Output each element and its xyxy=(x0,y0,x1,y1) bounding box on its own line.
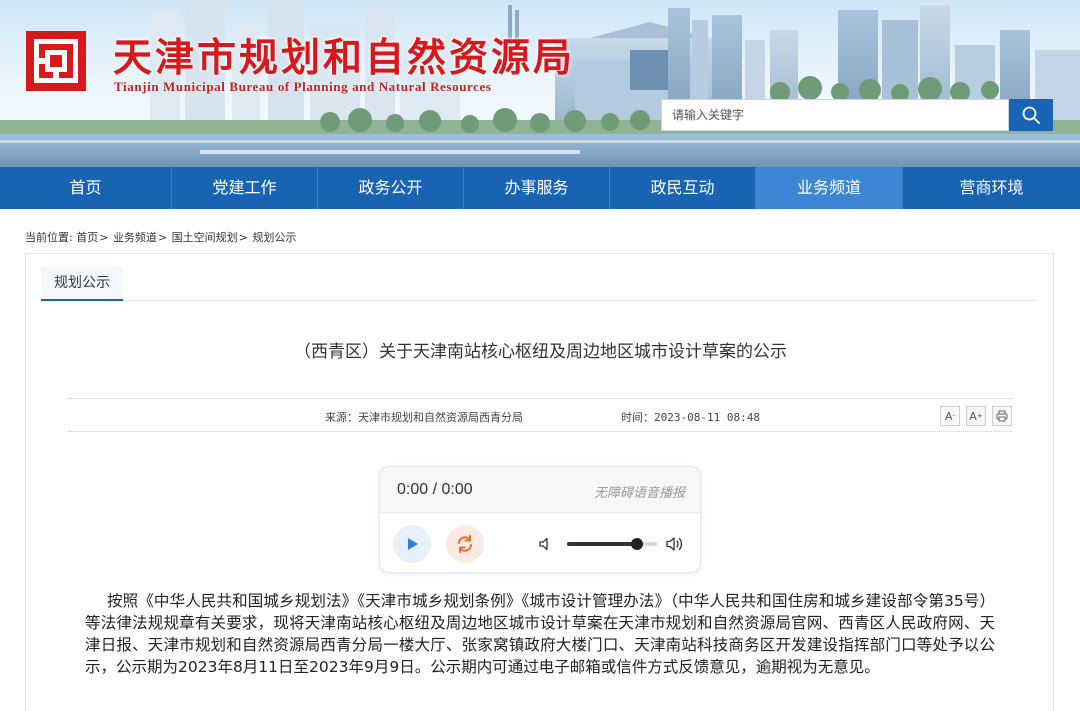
site-subtitle: Tianjin Municipal Bureau of Planning and… xyxy=(114,79,492,94)
player-time: 0:00 / 0:00 xyxy=(397,481,473,498)
volume-slider-fill xyxy=(567,542,638,546)
volume-slider-knob[interactable] xyxy=(631,538,644,550)
search-icon xyxy=(1022,106,1040,124)
search-input[interactable] xyxy=(661,99,1009,131)
breadcrumb-link-home[interactable]: 首页 xyxy=(76,231,98,244)
article-tools: A- A + xyxy=(940,406,1012,426)
print-icon xyxy=(996,410,1008,422)
font-smaller-button[interactable]: A- xyxy=(940,406,960,426)
tab-planning-notice[interactable]: 规划公示 xyxy=(41,267,123,301)
bureau-logo-icon xyxy=(26,31,86,91)
play-button[interactable] xyxy=(393,525,431,563)
article-time: 时间：2023-08-11 08:48 xyxy=(621,411,760,424)
breadcrumb-prefix: 当前位置: xyxy=(25,231,73,244)
breadcrumb-link-spatial-planning[interactable]: 国土空间规划 xyxy=(172,231,238,244)
replay-button[interactable] xyxy=(446,525,484,563)
nav-item-services[interactable]: 办事服务 xyxy=(464,167,610,209)
player-header: 0:00 / 0:00 无障碍语音播报 xyxy=(380,467,700,513)
header-banner: 天津市规划和自然资源局 Tianjin Municipal Bureau of … xyxy=(0,0,1080,167)
article-body: 按照《中华人民共和国城乡规划法》《天津市城乡规划条例》《城市设计管理办法》（中华… xyxy=(85,592,995,676)
replay-icon xyxy=(458,535,472,553)
font-smaller-label: A xyxy=(944,409,953,423)
nav-item-party-building[interactable]: 党建工作 xyxy=(172,167,318,209)
nav-item-business-channel[interactable]: 业务频道 xyxy=(756,167,903,209)
volume-high-icon[interactable] xyxy=(665,535,685,553)
nav-item-interaction[interactable]: 政民互动 xyxy=(610,167,756,209)
article-meta: 来源：天津市规划和自然资源局西青分局 时间：2023-08-11 08:48 A… xyxy=(68,398,1012,432)
player-label: 无障碍语音播报 xyxy=(593,486,685,501)
site-title: 天津市规划和自然资源局 xyxy=(113,35,576,81)
nav-item-business-environment[interactable]: 营商环境 xyxy=(903,167,1080,209)
search-button[interactable] xyxy=(1009,99,1053,131)
nav-item-home[interactable]: 首页 xyxy=(0,167,172,209)
font-larger-label: A xyxy=(969,409,977,423)
article-title: （西青区）关于天津南站核心枢纽及周边地区城市设计草案的公示 xyxy=(294,342,787,362)
breadcrumb: 当前位置: 首页> 业务频道> 国土空间规划> 规划公示 xyxy=(25,231,297,244)
print-button[interactable] xyxy=(992,406,1012,426)
breadcrumb-link-planning-notice[interactable]: 规划公示 xyxy=(252,231,296,244)
play-icon xyxy=(408,538,418,550)
tab-bar: 规划公示 xyxy=(41,267,1036,301)
article-source: 来源：天津市规划和自然资源局西青分局 xyxy=(325,411,523,424)
nav-item-government-affairs[interactable]: 政务公开 xyxy=(318,167,464,209)
breadcrumb-link-business-channel[interactable]: 业务频道 xyxy=(113,231,157,244)
font-larger-button[interactable]: A + xyxy=(966,406,986,426)
volume-low-icon[interactable] xyxy=(538,536,554,552)
main-nav: 首页 党建工作 政务公开 办事服务 政民互动 业务频道 营商环境 xyxy=(0,167,1080,209)
volume-slider[interactable] xyxy=(567,538,657,550)
audio-player: 0:00 / 0:00 无障碍语音播报 xyxy=(379,466,701,573)
